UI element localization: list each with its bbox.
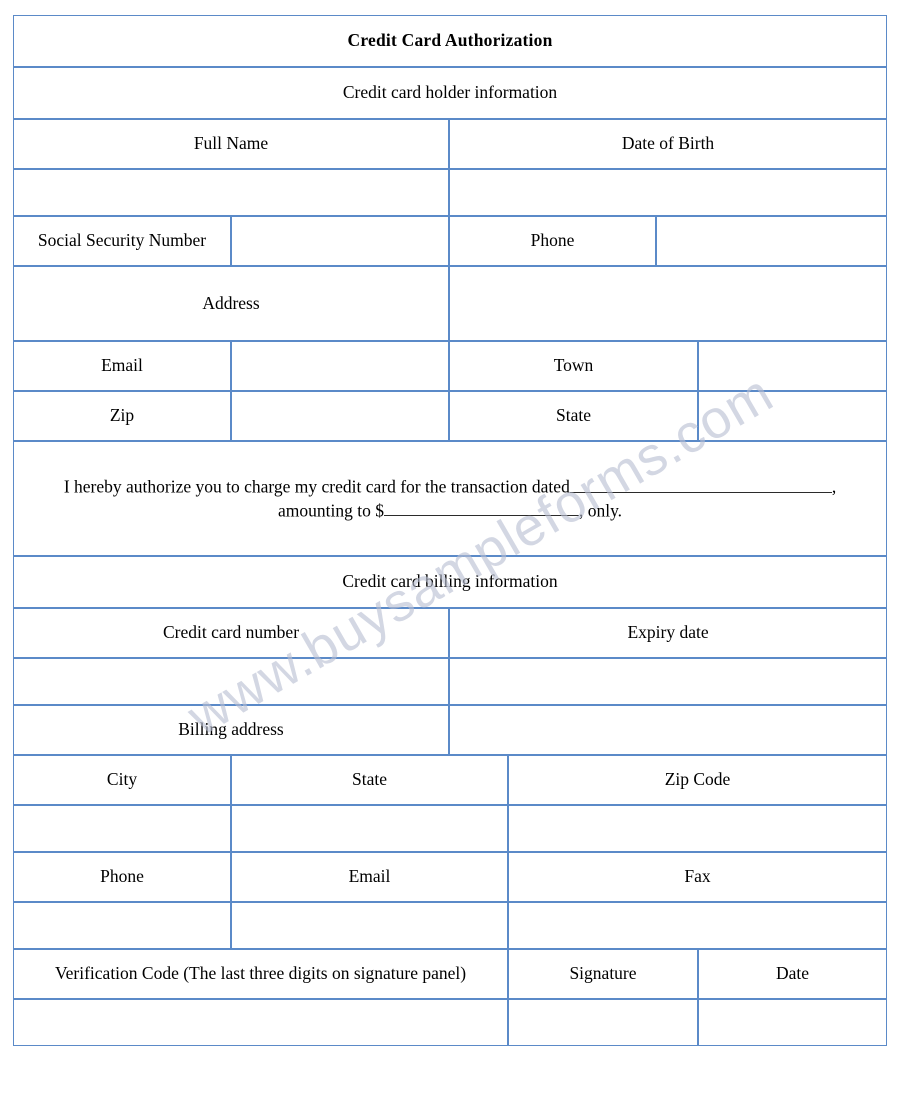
holder-section-heading-row: Credit card holder information — [13, 67, 888, 119]
input-address[interactable] — [449, 266, 888, 341]
label-verification-code: Verification Code (The last three digits… — [13, 949, 508, 999]
input-state[interactable] — [698, 391, 888, 441]
label-zip-code: Zip Code — [508, 755, 888, 805]
input-full-name[interactable] — [13, 169, 449, 216]
input-expiry-date[interactable] — [449, 658, 888, 705]
input-fax[interactable] — [508, 902, 888, 949]
input-city[interactable] — [13, 805, 231, 852]
input-billing-phone[interactable] — [13, 902, 231, 949]
card-expiry-input-row — [13, 658, 888, 705]
label-address: Address — [13, 266, 449, 341]
authorization-text-after-date: , — [831, 476, 837, 497]
billing-address-row: Billing address — [13, 705, 888, 755]
authorization-line-2: amounting to $ , only. — [20, 499, 880, 523]
input-signature[interactable] — [508, 999, 698, 1046]
input-zip[interactable] — [231, 391, 449, 441]
input-credit-card-number[interactable] — [13, 658, 449, 705]
input-phone[interactable] — [656, 216, 888, 266]
label-state: State — [449, 391, 698, 441]
label-full-name: Full Name — [13, 119, 449, 169]
label-date: Date — [698, 949, 888, 999]
authorization-text-before-date: I hereby authorize you to charge my cred… — [63, 476, 570, 497]
label-expiry-date: Expiry date — [449, 608, 888, 658]
amount-blank[interactable] — [383, 499, 579, 517]
verification-signature-date-input-row — [13, 999, 888, 1046]
authorization-statement: I hereby authorize you to charge my cred… — [13, 441, 888, 556]
city-state-zip-input-row — [13, 805, 888, 852]
phone-email-fax-label-row: Phone Email Fax — [13, 852, 888, 902]
title-row: Credit Card Authorization — [13, 15, 888, 67]
input-date-of-birth[interactable] — [449, 169, 888, 216]
label-billing-phone: Phone — [13, 852, 231, 902]
name-dob-input-row — [13, 169, 888, 216]
label-town: Town — [449, 341, 698, 391]
phone-email-fax-input-row — [13, 902, 888, 949]
label-email: Email — [13, 341, 231, 391]
input-billing-address[interactable] — [449, 705, 888, 755]
authorization-text-after-amount: , only. — [578, 500, 623, 521]
label-social-security-number: Social Security Number — [13, 216, 231, 266]
input-zip-code[interactable] — [508, 805, 888, 852]
input-social-security-number[interactable] — [231, 216, 449, 266]
input-billing-email[interactable] — [231, 902, 508, 949]
billing-section-heading-row: Credit card billing information — [13, 556, 888, 608]
label-fax: Fax — [508, 852, 888, 902]
authorization-text-before-amount: amounting to $ — [277, 500, 384, 521]
authorization-statement-row: I hereby authorize you to charge my cred… — [13, 441, 888, 556]
email-town-row: Email Town — [13, 341, 888, 391]
verification-signature-date-label-row: Verification Code (The last three digits… — [13, 949, 888, 999]
form-table: Credit Card Authorization Credit card ho… — [13, 15, 888, 1046]
label-billing-address: Billing address — [13, 705, 449, 755]
label-signature: Signature — [508, 949, 698, 999]
zip-state-row: Zip State — [13, 391, 888, 441]
label-credit-card-number: Credit card number — [13, 608, 449, 658]
label-zip: Zip — [13, 391, 231, 441]
city-state-zip-label-row: City State Zip Code — [13, 755, 888, 805]
section-heading-holder: Credit card holder information — [13, 67, 888, 119]
section-heading-billing: Credit card billing information — [13, 556, 888, 608]
label-city: City — [13, 755, 231, 805]
label-date-of-birth: Date of Birth — [449, 119, 888, 169]
page-title: Credit Card Authorization — [13, 15, 888, 67]
input-billing-state[interactable] — [231, 805, 508, 852]
card-expiry-label-row: Credit card number Expiry date — [13, 608, 888, 658]
transaction-date-blank[interactable] — [569, 475, 832, 493]
label-billing-state: State — [231, 755, 508, 805]
authorization-line-1: I hereby authorize you to charge my cred… — [20, 475, 880, 499]
input-verification-code[interactable] — [13, 999, 508, 1046]
input-email[interactable] — [231, 341, 449, 391]
ssn-phone-row: Social Security Number Phone — [13, 216, 888, 266]
address-row: Address — [13, 266, 888, 341]
input-date[interactable] — [698, 999, 888, 1046]
label-billing-email: Email — [231, 852, 508, 902]
name-dob-label-row: Full Name Date of Birth — [13, 119, 888, 169]
input-town[interactable] — [698, 341, 888, 391]
credit-card-authorization-form: Credit Card Authorization Credit card ho… — [13, 15, 888, 1079]
label-phone: Phone — [449, 216, 656, 266]
